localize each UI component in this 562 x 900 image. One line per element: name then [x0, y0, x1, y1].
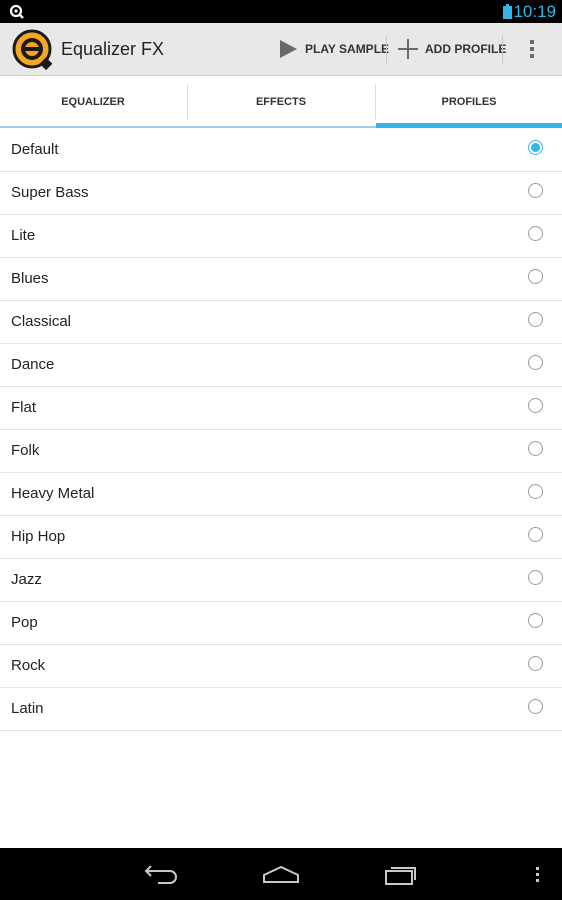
- list-item[interactable]: Super Bass: [0, 172, 562, 215]
- tab-profiles[interactable]: PROFILES: [376, 76, 562, 128]
- play-sample-button[interactable]: PLAY SAMPLE: [279, 23, 389, 75]
- profile-name: Pop: [11, 614, 38, 631]
- list-item[interactable]: Heavy Metal: [0, 473, 562, 516]
- tab-effects[interactable]: EFFECTS: [188, 76, 374, 128]
- list-item[interactable]: Hip Hop: [0, 516, 562, 559]
- radio-button[interactable]: [528, 140, 543, 155]
- list-item[interactable]: Folk: [0, 430, 562, 473]
- action-divider: [502, 36, 503, 64]
- radio-button[interactable]: [528, 613, 543, 628]
- list-item[interactable]: Default: [0, 129, 562, 172]
- add-profile-button[interactable]: ADD PROFILE: [398, 23, 506, 75]
- profile-list: Default Super Bass Lite Blues Classical …: [0, 129, 562, 731]
- profile-name: Rock: [11, 657, 46, 674]
- back-icon: [144, 865, 177, 884]
- list-item[interactable]: Rock: [0, 645, 562, 688]
- radio-button[interactable]: [528, 355, 543, 370]
- recent-apps-icon: [385, 867, 416, 885]
- selected-tab-indicator: [376, 123, 562, 128]
- recent-apps-button[interactable]: [380, 848, 424, 900]
- profile-name: Folk: [11, 442, 40, 459]
- list-item[interactable]: Blues: [0, 258, 562, 301]
- profile-name: Hip Hop: [11, 528, 66, 545]
- equalizer-fx-logo: [12, 29, 53, 71]
- home-button[interactable]: [258, 848, 304, 900]
- radio-button[interactable]: [528, 226, 543, 241]
- tab-bar: EQUALIZER EFFECTS PROFILES: [0, 76, 562, 128]
- profile-name: Flat: [11, 399, 37, 416]
- play-icon: [280, 40, 297, 58]
- add-profile-label: ADD PROFILE: [425, 42, 507, 56]
- tab-label: PROFILES: [441, 96, 497, 108]
- profile-name: Heavy Metal: [11, 485, 95, 502]
- equalizer-notification-icon: [9, 4, 24, 19]
- list-item[interactable]: Jazz: [0, 559, 562, 602]
- menu-button[interactable]: [530, 848, 546, 900]
- profile-name: Default: [11, 141, 59, 158]
- profile-name: Lite: [11, 227, 36, 244]
- list-item[interactable]: Pop: [0, 602, 562, 645]
- profile-name: Blues: [11, 270, 49, 287]
- radio-button[interactable]: [528, 398, 543, 413]
- radio-button[interactable]: [528, 183, 543, 198]
- tab-label: EFFECTS: [255, 96, 307, 108]
- radio-button[interactable]: [528, 699, 543, 714]
- profile-name: Classical: [11, 313, 72, 330]
- status-bar: 10:19: [0, 0, 562, 23]
- app-title: Equalizer FX: [61, 39, 165, 59]
- list-item[interactable]: Classical: [0, 301, 562, 344]
- profile-name: Jazz: [11, 571, 42, 588]
- list-item[interactable]: Dance: [0, 344, 562, 387]
- radio-button[interactable]: [528, 570, 543, 585]
- tab-equalizer[interactable]: EQUALIZER: [0, 76, 186, 128]
- list-item[interactable]: Flat: [0, 387, 562, 430]
- list-item[interactable]: Latin: [0, 688, 562, 731]
- battery-icon: [503, 4, 512, 19]
- plus-icon: [398, 39, 418, 59]
- profile-name: Super Bass: [11, 184, 89, 201]
- home-icon: [263, 865, 299, 883]
- overflow-menu-icon[interactable]: [520, 23, 548, 75]
- radio-button[interactable]: [528, 441, 543, 456]
- profile-name: Dance: [11, 356, 55, 373]
- list-item[interactable]: Lite: [0, 215, 562, 258]
- back-button[interactable]: [140, 848, 184, 900]
- profile-name: Latin: [11, 700, 44, 717]
- play-sample-label: PLAY SAMPLE: [305, 42, 390, 56]
- action-divider: [386, 36, 387, 64]
- status-time: 10:19: [513, 2, 556, 21]
- action-bar: Equalizer FX PLAY SAMPLE ADD PROFILE: [0, 23, 562, 76]
- navigation-bar: [0, 848, 562, 900]
- radio-button[interactable]: [528, 656, 543, 671]
- menu-icon: [536, 867, 539, 882]
- radio-button[interactable]: [528, 312, 543, 327]
- tab-label: EQUALIZER: [61, 96, 125, 108]
- radio-button[interactable]: [528, 269, 543, 284]
- radio-button[interactable]: [528, 484, 543, 499]
- radio-button[interactable]: [528, 527, 543, 542]
